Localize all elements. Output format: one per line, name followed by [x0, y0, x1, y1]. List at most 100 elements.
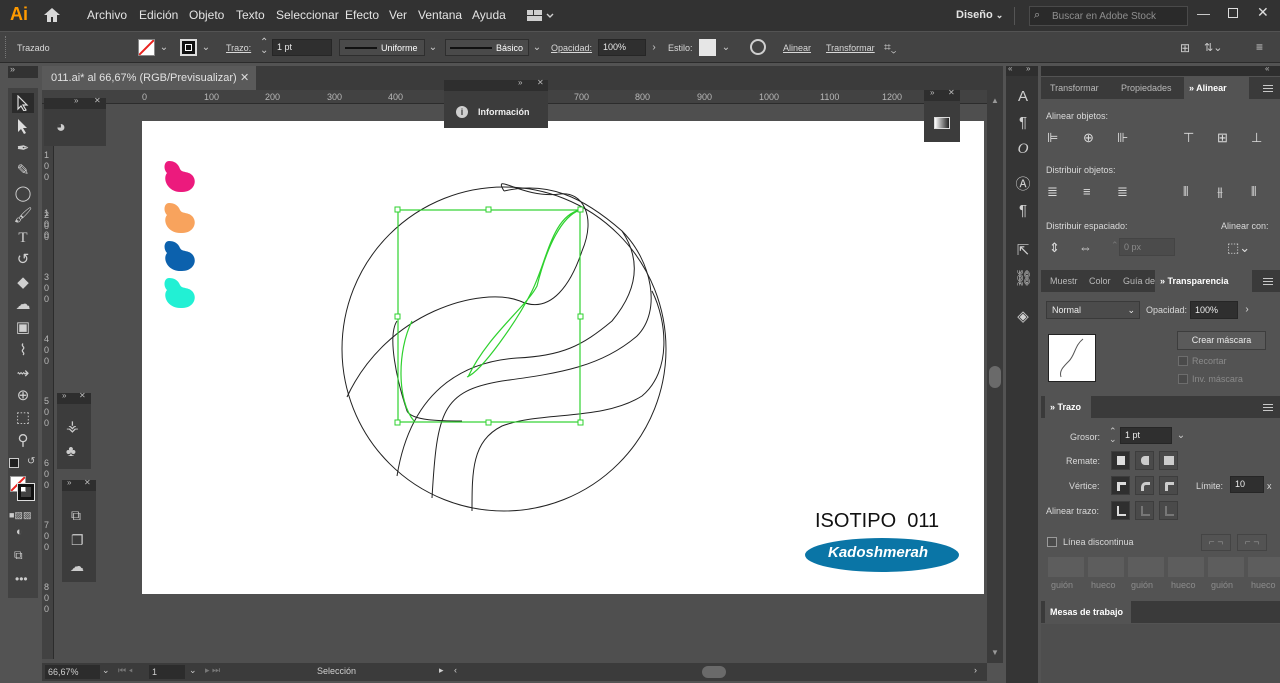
- align-hcenter-icon[interactable]: ⊕: [1083, 130, 1094, 146]
- tab-artboards[interactable]: Mesas de trabajo: [1045, 601, 1131, 623]
- isolate-icon[interactable]: ⊞: [1180, 41, 1190, 55]
- restore-button[interactable]: [1228, 8, 1238, 18]
- align-stroke-inside-icon[interactable]: [1135, 501, 1154, 520]
- color-mode-icon[interactable]: ■▨▨: [9, 510, 31, 521]
- gradient-swatch-icon[interactable]: [934, 117, 950, 129]
- eyedropper-tool-icon[interactable]: ⌇: [12, 341, 34, 361]
- swatch-blob-orange[interactable]: [164, 203, 195, 234]
- gradient-tool-icon[interactable]: ▣: [12, 318, 34, 338]
- home-icon[interactable]: [43, 7, 61, 23]
- align-vcenter-icon[interactable]: ⊞: [1217, 130, 1228, 146]
- clip-checkbox[interactable]: [1178, 356, 1188, 366]
- align-stroke-outside-icon[interactable]: [1159, 501, 1178, 520]
- libraries-icon[interactable]: ☁: [70, 558, 84, 575]
- butt-cap-icon[interactable]: [1111, 451, 1130, 470]
- opacity-arrow-icon[interactable]: ›: [647, 39, 661, 56]
- transparency-menu-icon[interactable]: [1263, 278, 1273, 285]
- mask-thumbnail[interactable]: [1048, 334, 1096, 382]
- warp-tool-icon[interactable]: ☁: [12, 295, 34, 315]
- shape-builder-tool-icon[interactable]: ⊕: [12, 386, 34, 406]
- weight-input[interactable]: 1 pt: [1120, 427, 1172, 444]
- close-tab-icon[interactable]: ✕: [240, 66, 249, 90]
- menu-edicion[interactable]: Edición: [139, 8, 178, 22]
- align-stroke-center-icon[interactable]: [1111, 501, 1130, 520]
- make-mask-button[interactable]: Crear máscara: [1177, 331, 1266, 350]
- default-colors-icon[interactable]: [9, 458, 19, 468]
- swatch-blob-cyan[interactable]: [164, 278, 195, 309]
- dash-1-field[interactable]: [1048, 557, 1084, 577]
- selection-tool-icon[interactable]: [12, 93, 34, 113]
- layers-panel-icon[interactable]: ◈: [1014, 308, 1032, 326]
- round-cap-icon[interactable]: [1135, 451, 1154, 470]
- zoom-level-field[interactable]: 66,67%: [45, 665, 100, 679]
- transform-panel-icon[interactable]: ⧉: [71, 507, 81, 524]
- control-menu-icon[interactable]: ≡: [1256, 40, 1263, 54]
- opacity-input[interactable]: 100%: [598, 39, 646, 56]
- distribute-hcenter-icon[interactable]: ⫵: [1217, 184, 1223, 200]
- distribute-hspace-icon[interactable]: ⇔: [1079, 240, 1092, 255]
- menu-objeto[interactable]: Objeto: [189, 8, 224, 22]
- round-join-icon[interactable]: [1135, 476, 1154, 495]
- align-link[interactable]: Alinear: [783, 43, 811, 53]
- minimize-button[interactable]: —: [1197, 6, 1210, 21]
- paragraph-panel-icon[interactable]: ¶: [1014, 114, 1032, 132]
- menu-ayuda[interactable]: Ayuda: [472, 8, 506, 22]
- isotipo-artwork[interactable]: [341, 183, 667, 512]
- stroke-weight-stepper-icon[interactable]: ⌃ ⌄: [260, 38, 268, 56]
- projecting-cap-icon[interactable]: [1159, 451, 1178, 470]
- transform-options-icon[interactable]: ⌗⌄: [884, 40, 896, 55]
- recolor-artwork-icon[interactable]: [750, 39, 766, 55]
- distribute-vcenter-icon[interactable]: ≡: [1083, 184, 1091, 199]
- gap-2-field[interactable]: [1168, 557, 1204, 577]
- dashed-line-checkbox[interactable]: [1047, 537, 1057, 547]
- stroke-weight-label[interactable]: Trazo:: [226, 43, 251, 53]
- curvature-tool-icon[interactable]: ✎: [12, 161, 34, 181]
- align-left-icon[interactable]: ⊫: [1047, 130, 1058, 146]
- horizontal-scroll-thumb[interactable]: [702, 666, 726, 678]
- tab-transform[interactable]: Transformar: [1045, 77, 1104, 99]
- blend-mode-select[interactable]: Normal ⌄: [1046, 301, 1140, 319]
- ellipse-tool-icon[interactable]: ◯: [12, 184, 34, 204]
- align-right-icon[interactable]: ⊪: [1117, 130, 1128, 146]
- close-button[interactable]: ✕: [1257, 4, 1269, 21]
- stroke-weight-input[interactable]: 1 pt: [272, 39, 332, 56]
- dash-preserve-icon[interactable]: ⌐ ¬: [1201, 534, 1231, 551]
- vertical-scroll-thumb[interactable]: [989, 366, 1001, 388]
- stroke-color-box[interactable]: [17, 483, 35, 501]
- distribute-vspace-icon[interactable]: ⇕: [1049, 240, 1060, 256]
- vertical-scrollbar[interactable]: ▲ ▼: [987, 90, 1003, 663]
- stroke-menu-icon[interactable]: [1263, 404, 1273, 411]
- eraser-tool-icon[interactable]: ◆: [12, 273, 34, 293]
- character-panel-icon[interactable]: A: [1014, 88, 1032, 106]
- draw-mode-icon[interactable]: ◐: [16, 526, 23, 538]
- opacity-slider-arrow-icon[interactable]: ›: [1240, 301, 1254, 319]
- swatch-blob-blue[interactable]: [164, 241, 195, 272]
- zoom-tool-icon[interactable]: ⚲: [12, 431, 34, 451]
- pen-tool-icon[interactable]: ✒: [12, 139, 34, 159]
- direct-selection-tool-icon[interactable]: [12, 116, 34, 136]
- edit-toolbar-icon[interactable]: •••: [15, 572, 28, 586]
- transparency-opacity-input[interactable]: 100%: [1190, 301, 1238, 319]
- menu-archivo[interactable]: Archivo: [87, 8, 127, 22]
- blend-tool-icon[interactable]: ⇝: [12, 364, 34, 384]
- rotate-tool-icon[interactable]: ↺: [12, 250, 34, 270]
- dash-align-corners-icon[interactable]: ⌐ ¬: [1237, 534, 1267, 551]
- gap-1-field[interactable]: [1088, 557, 1124, 577]
- info-panel-title[interactable]: Información: [478, 107, 530, 117]
- align-to-selection-icon[interactable]: ⬚⌄: [1227, 240, 1250, 256]
- weight-stepper-icon[interactable]: ⌃ ⌄: [1109, 427, 1117, 444]
- club-symbol-icon[interactable]: ♣: [66, 443, 76, 460]
- document-tab[interactable]: 011.ai* al 66,67% (RGB/Previsualizar) ✕: [42, 66, 256, 90]
- swap-colors-icon[interactable]: ↺: [27, 456, 35, 467]
- stroke-swatch[interactable]: [180, 39, 197, 56]
- fill-swatch[interactable]: [138, 39, 155, 56]
- graphic-style-swatch[interactable]: [699, 39, 716, 56]
- tab-stroke[interactable]: » Trazo: [1045, 396, 1091, 418]
- brush-library-icon[interactable]: ⚶: [66, 417, 79, 435]
- paragraph-styles-icon[interactable]: ¶: [1014, 202, 1032, 220]
- weight-dropdown-icon[interactable]: ⌄: [1174, 427, 1188, 444]
- tab-swatches[interactable]: Muestr: [1045, 270, 1083, 292]
- export-panel-icon[interactable]: ⇱: [1014, 242, 1032, 260]
- opacity-label[interactable]: Opacidad:: [551, 43, 592, 53]
- workspace-switcher[interactable]: Diseño ⌄: [956, 9, 1003, 21]
